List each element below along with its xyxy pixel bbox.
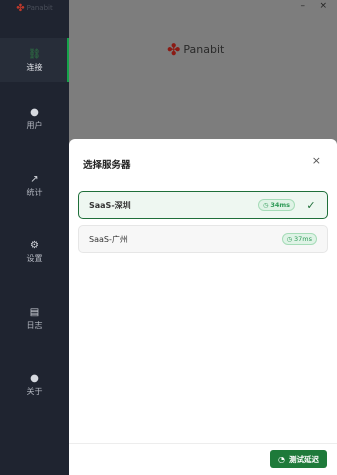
link-icon: ⛓ (28, 48, 41, 60)
sidebar-item-label: 关于 (26, 386, 43, 396)
server-option-shenzhen[interactable]: SaaS-深圳 ◷ 34ms ✓ (78, 191, 328, 219)
panabit-logo-icon: ✤ (16, 2, 25, 14)
sidebar-item-label: 连接 (26, 62, 43, 72)
sidebar-item-label: 统计 (26, 187, 43, 197)
server-name: SaaS-广州 (89, 234, 128, 244)
test-latency-label: 测试延迟 (289, 454, 319, 464)
sidebar-item-users[interactable]: ● 用户 (0, 96, 69, 140)
latency-badge: ◷ 34ms (258, 199, 295, 211)
sidebar-item-label: 用户 (26, 120, 43, 130)
close-icon[interactable]: × (312, 154, 321, 167)
clock-icon: ◷ (263, 201, 269, 209)
sidebar-item-stats[interactable]: ↗ 统计 (0, 163, 69, 207)
sidebar-item-about[interactable]: ● 关于 (0, 362, 69, 406)
sidebar-item-connect[interactable]: ⛓ 连接 (0, 38, 69, 82)
sidebar-brand: ✤ Panabit (0, 0, 69, 16)
latency-badge: ◷ 37ms (281, 233, 317, 245)
check-icon: ✓ (306, 198, 316, 212)
speed-icon: ◔ (278, 454, 285, 464)
latency-value: 34ms (270, 201, 290, 209)
dialog-footer: ◔ 测试延迟 (69, 443, 337, 475)
sidebar-item-label: 设置 (26, 253, 43, 263)
sidebar-item-logs[interactable]: ▤ 日志 (0, 296, 69, 340)
main-logo-text: Panabit (183, 43, 225, 56)
sidebar-item-settings[interactable]: ⚙ 设置 (0, 229, 69, 273)
window-close-button[interactable]: × (319, 1, 327, 11)
main-logo: ✤ Panabit (167, 40, 224, 59)
clock-icon: ◷ (286, 235, 292, 243)
minimize-button[interactable]: – (301, 1, 306, 11)
latency-value: 37ms (294, 235, 312, 243)
server-name: SaaS-深圳 (89, 200, 131, 210)
sidebar-item-label: 日志 (26, 320, 43, 330)
test-latency-button[interactable]: ◔ 测试延迟 (270, 450, 327, 468)
server-option-guangzhou[interactable]: SaaS-广州 ◷ 37ms (78, 225, 328, 253)
user-icon: ● (30, 106, 39, 118)
sidebar-brand-text: Panabit (26, 4, 53, 12)
document-icon: ▤ (29, 306, 40, 318)
sidebar: ✤ Panabit ⛓ 连接 ● 用户 ↗ 统计 ⚙ 设置 ▤ 日志 ● 关于 (0, 0, 69, 475)
trend-icon: ↗ (30, 173, 39, 185)
gear-icon: ⚙ (30, 239, 39, 251)
info-icon: ● (30, 372, 39, 384)
panabit-logo-icon: ✤ (167, 40, 181, 59)
server-select-dialog: 选择服务器 × SaaS-深圳 ◷ 34ms ✓ SaaS-广州 ◷ 37ms … (69, 139, 337, 475)
dialog-title: 选择服务器 (83, 160, 131, 171)
